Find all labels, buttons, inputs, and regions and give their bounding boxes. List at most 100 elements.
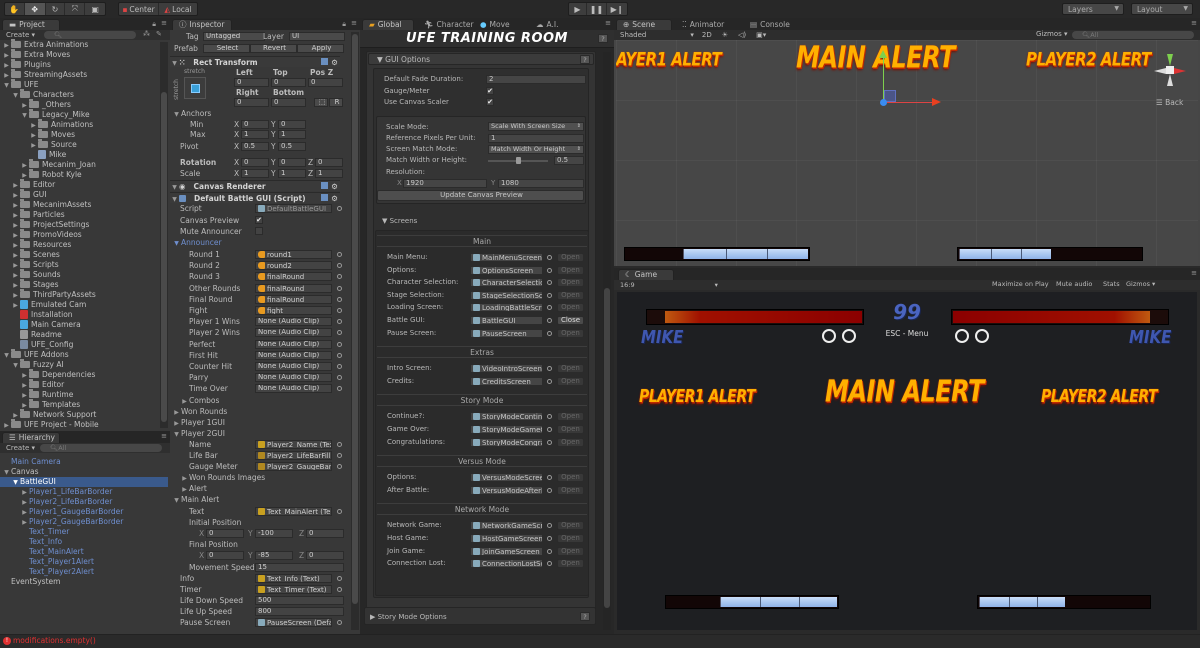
object-picker-icon[interactable] [337,587,342,592]
screen-object-field[interactable]: HostGameScreen [470,534,543,543]
project-item[interactable]: ▶ MecanimAssets [0,199,170,210]
project-item[interactable]: ▶ Resources [0,239,170,250]
open-screen-button[interactable]: Open [557,485,584,495]
project-item[interactable]: ▶ StreamingAssets [0,69,170,80]
object-picker-icon[interactable] [337,364,342,369]
scene-main-alert[interactable]: MAIN ALERT [796,40,955,75]
pivot-y-input[interactable]: 0.5 [278,142,306,151]
gear-icon[interactable]: ⚙ [331,193,338,204]
project-item[interactable]: ▶ Scenes [0,249,170,260]
hierarchy-item[interactable]: ▶ Player2_LifeBarBorder [0,497,170,507]
open-screen-button[interactable]: Open [557,425,584,434]
object-picker-icon[interactable] [337,352,342,358]
movement-speed-input[interactable]: 15 [255,563,344,572]
canvas-renderer-header[interactable]: ▼ ◉ Canvas Renderer ⚙ [170,180,340,191]
screen-object-field[interactable]: JoinGameScreen [470,546,543,556]
help-button[interactable]: ? [580,55,590,64]
alert-foldout[interactable]: ▶ Alert [180,484,207,493]
screen-object-field[interactable]: VersusModeScree [470,473,543,483]
help-button[interactable]: ? [580,612,590,621]
initial-x-input[interactable]: 0 [206,529,244,538]
hierarchy-item[interactable]: Main Camera [0,457,170,467]
open-screen-button[interactable]: Open [557,473,584,483]
step-icon[interactable]: ▶❙ [607,3,627,15]
anchor-min-x-input[interactable]: 0 [241,120,269,129]
project-item[interactable]: ▶ Editor [0,379,170,390]
project-item[interactable]: ▶ GUI [0,189,170,200]
panel-menu-icon[interactable]: ≡ [1191,269,1197,277]
help-book-icon[interactable] [321,182,328,189]
object-picker-icon[interactable] [337,576,342,581]
mode-2d-toggle[interactable]: 2D [702,31,712,39]
project-item[interactable]: ▶ Extra Moves [0,49,170,60]
filter-label-icon[interactable]: ✎ [156,30,162,38]
project-item[interactable]: ▶ Templates [0,399,170,410]
hand-tool-icon[interactable]: ✋ [5,3,25,15]
project-item[interactable]: ▶ Robot Kyle [0,169,170,180]
object-field[interactable]: Player2_Name (Tex [255,440,332,449]
update-canvas-preview-button[interactable]: Update Canvas Preview [377,190,584,201]
project-item[interactable]: ▶ Mecanim_Joan [0,159,170,170]
help-book-icon[interactable] [321,194,328,201]
object-picker-icon[interactable] [337,442,342,447]
hierarchy-item[interactable]: Text_Timer [0,527,170,537]
object-picker-icon[interactable] [547,330,552,336]
object-picker-icon[interactable] [337,263,342,269]
mute-audio-toggle[interactable]: Mute audio [1056,280,1092,288]
project-item[interactable]: Main Camera [0,320,170,330]
resolution-y-input[interactable]: 1080 [498,179,584,188]
pivot-x-input[interactable]: 0.5 [241,142,269,151]
script-component-header[interactable]: ▼ Default Battle GUI (Script) ⚙ [170,192,340,203]
project-create-button[interactable]: Create ▾ [6,31,35,39]
right-input[interactable]: 0 [234,98,269,107]
tab-ai[interactable]: ☁ A.I. [530,19,564,30]
project-item[interactable]: UFE_Config [0,340,170,350]
hierarchy-item[interactable]: Text_Player1Alert [0,557,170,567]
screen-object-field[interactable]: StoryModeContinu [470,412,543,422]
object-picker-icon[interactable] [337,341,342,347]
tab-animator[interactable]: ⁚⁚ Animator [676,19,730,30]
prefab-select-button[interactable]: Select [203,44,250,53]
blueprint-mode-button[interactable]: ⬚ [314,98,328,107]
match-value-input[interactable]: 0.5 [554,156,584,165]
tab-inspector[interactable]: ⓘ Inspector [172,19,232,30]
scene-search-input[interactable]: 🔍︎All [1072,31,1194,39]
scene-player1-alert[interactable]: AYER1 ALERT [616,48,722,71]
scale-mode-dropdown[interactable]: Scale With Screen Size ⇕ [488,122,584,131]
project-item[interactable]: ▼ UFE [0,79,170,90]
orientation-gizmo-icon[interactable] [1166,66,1174,74]
project-item[interactable]: ▶ Network Support [0,409,170,420]
screen-object-field[interactable]: ConnectionLostSc [470,559,543,569]
project-item[interactable]: ▼ Legacy_Mike [0,109,170,120]
object-picker-icon[interactable] [547,536,552,541]
top-input[interactable]: 0 [271,78,306,87]
anchor-max-y-input[interactable]: 1 [278,130,306,139]
object-picker-icon[interactable] [337,464,342,469]
open-screen-button[interactable]: Open [557,278,584,288]
scene-p1-gauge-bar[interactable] [624,247,810,261]
scale-x-input[interactable]: 1 [241,169,269,178]
tab-console[interactable]: ▤ Console [744,19,796,30]
bottom-input[interactable]: 0 [271,98,306,107]
object-field[interactable]: None (Audio Clip) [255,339,332,349]
object-picker-icon[interactable] [547,427,552,432]
tab-project[interactable]: ▬ Project [2,19,60,30]
scroll-thumb[interactable] [604,288,610,608]
hierarchy-item[interactable]: Text_Info [0,537,170,547]
orientation-x-icon[interactable] [1174,68,1186,74]
project-item[interactable]: ▼ UFE Addons [0,349,170,360]
hierarchy-item[interactable]: ▼ BattleGUI [0,477,168,487]
canvas-scaler-checkbox[interactable]: ✔ [486,98,494,106]
project-scrollbar[interactable] [160,42,168,428]
object-picker-icon[interactable] [337,252,342,257]
object-picker-icon[interactable] [547,255,552,260]
move-tool-icon[interactable]: ✥ [24,3,46,15]
open-screen-button[interactable]: Open [557,265,584,275]
fade-duration-input[interactable]: 2 [486,75,586,84]
gizmo-pivot[interactable] [880,99,887,106]
final-x-input[interactable]: 0 [206,551,244,560]
orientation-down-icon[interactable] [1167,74,1173,86]
screen-object-field[interactable]: CreditsScreen [470,376,543,386]
game-viewport[interactable]: MIKE MIKE 99 ESC - Menu PLAYER1 ALERT MA… [617,292,1197,630]
tab-scene[interactable]: ⊕ Scene [616,19,672,30]
